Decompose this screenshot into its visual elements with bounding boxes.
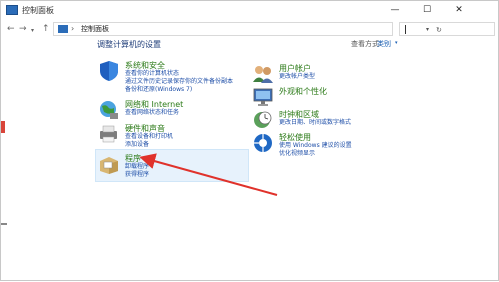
annotation-arrow [139, 153, 278, 196]
background-red-mark [1, 121, 5, 133]
background-mark [1, 223, 7, 225]
control-panel-window: 控制面板 — ☐ ✕ ← → ▾ ↑ › 控制面板 ▾ ↻ 调整计算机的设置 查… [0, 0, 499, 281]
